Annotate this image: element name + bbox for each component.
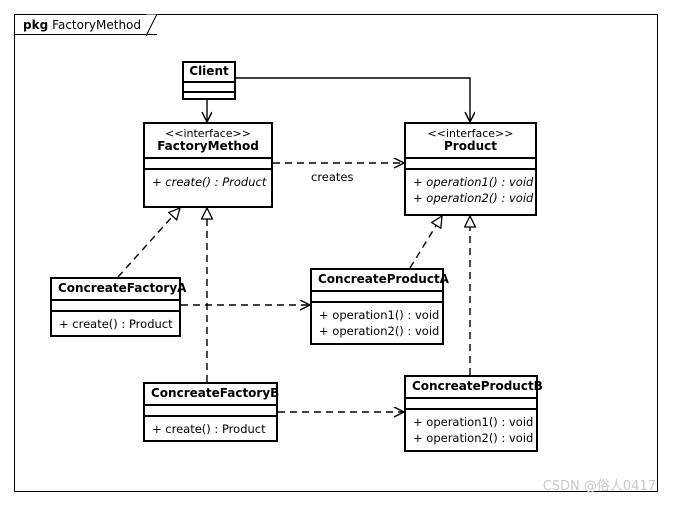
product-operation: + operation2() : void (413, 191, 534, 205)
concreateproducta-operation: + operation1() : void (319, 308, 440, 322)
concreatefactoryb-operations: + create() : Product (145, 417, 276, 441)
concreateproducta-header: ConcreateProductA (312, 270, 449, 290)
class-box-factorymethod[interactable]: <<interface>> FactoryMethod + create() :… (143, 122, 273, 208)
product-operation: + operation1() : void (413, 175, 534, 189)
factorymethod-name: FactoryMethod (157, 139, 259, 153)
edge-client-product (236, 77, 470, 122)
factorymethod-attributes (145, 159, 271, 168)
edge-label-creates: creates (311, 170, 354, 184)
concreateproductb-operation: + operation1() : void (413, 415, 534, 429)
class-box-client[interactable]: Client (182, 61, 236, 100)
client-name: Client (189, 64, 229, 78)
client-operations (184, 93, 234, 102)
concreateproducta-operations: + operation1() : void + operation2() : v… (312, 303, 442, 343)
edge-concreateproducta-product (409, 216, 442, 269)
concreateproducta-attributes (312, 292, 442, 301)
factorymethod-operation: + create() : Product (152, 175, 267, 189)
product-header: <<interface>> Product (406, 124, 535, 157)
factorymethod-operations: + create() : Product (145, 170, 271, 194)
concreatefactoryb-name: ConcreateFactoryB (151, 386, 280, 400)
class-box-concreateproductb[interactable]: ConcreateProductB + operation1() : void … (404, 375, 543, 452)
concreatefactorya-operations: + create() : Product (52, 312, 179, 336)
class-box-concreatefactorya[interactable]: ConcreateFactoryA + create() : Product (50, 277, 187, 337)
concreateproductb-attributes (406, 399, 536, 408)
factorymethod-header: <<interface>> FactoryMethod (145, 124, 271, 157)
product-operations: + operation1() : void + operation2() : v… (406, 170, 535, 210)
concreatefactorya-operation: + create() : Product (59, 317, 173, 331)
product-name: Product (444, 139, 497, 153)
class-box-concreateproducta[interactable]: ConcreateProductA + operation1() : void … (310, 268, 449, 345)
class-box-product[interactable]: <<interface>> Product + operation1() : v… (404, 122, 537, 216)
client-header: Client (184, 63, 234, 81)
class-box-concreatefactoryb[interactable]: ConcreateFactoryB + create() : Product (143, 382, 280, 442)
concreateproductb-name: ConcreateProductB (412, 379, 543, 393)
concreateproducta-operation: + operation2() : void (319, 324, 440, 338)
concreatefactorya-header: ConcreateFactoryA (52, 279, 187, 299)
concreateproductb-header: ConcreateProductB (406, 377, 543, 397)
concreatefactoryb-operation: + create() : Product (152, 422, 266, 436)
concreateproductb-operation: + operation2() : void (413, 431, 534, 445)
concreateproducta-name: ConcreateProductA (318, 272, 449, 286)
product-attributes (406, 159, 535, 168)
concreatefactoryb-attributes (145, 406, 276, 415)
edge-concreatefactorya-factorymethod (117, 208, 180, 278)
connector-layer (117, 77, 674, 506)
watermark: CSDN @俗人0417 (542, 479, 656, 494)
concreateproductb-operations: + operation1() : void + operation2() : v… (406, 410, 536, 450)
concreatefactoryb-header: ConcreateFactoryB (145, 384, 280, 404)
concreatefactorya-attributes (52, 301, 179, 310)
concreatefactorya-name: ConcreateFactoryA (58, 281, 187, 295)
uml-class-diagram: pkg FactoryMethod creates Client <<inter… (0, 0, 674, 506)
client-attributes (184, 83, 234, 91)
